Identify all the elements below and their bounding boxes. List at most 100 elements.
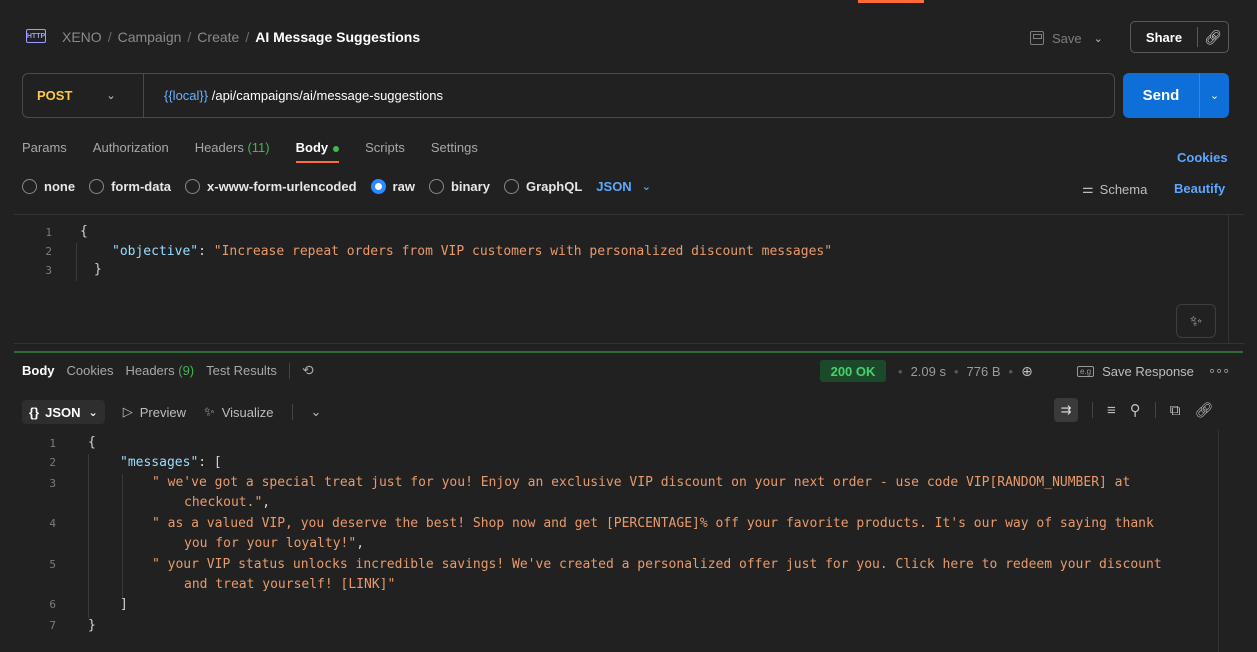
chevron-down-icon[interactable]: ⌄ — [1200, 89, 1229, 102]
divider — [1092, 402, 1093, 418]
save-button[interactable]: Save ⌄ — [1030, 26, 1103, 50]
pane-divider[interactable] — [14, 351, 1243, 353]
wrap-lines-icon[interactable]: ⇉ — [1054, 398, 1078, 422]
globe-icon[interactable]: ⊕ — [1021, 363, 1033, 380]
divider — [143, 73, 144, 118]
request-title[interactable]: AI Message Suggestions — [255, 29, 420, 45]
braces-icon: {} — [29, 404, 40, 420]
play-icon: ▷ — [122, 404, 133, 419]
line-number: 1 — [49, 437, 56, 450]
response-format-select[interactable]: {} JSON ⌄ — [22, 400, 105, 424]
status-badge[interactable]: 200 OK — [820, 360, 886, 382]
share-button[interactable]: Share 🔗︎ — [1130, 21, 1229, 53]
radio-label: binary — [450, 179, 490, 194]
link-icon[interactable]: 🔗︎ — [1198, 29, 1228, 46]
copy-icon[interactable]: ⧉ — [1170, 402, 1181, 419]
visualize-label: Visualize — [221, 404, 274, 420]
resp-tab-test-results[interactable]: Test Results — [206, 363, 277, 378]
radio-circle — [185, 179, 201, 194]
headers-count: (11) — [247, 140, 270, 155]
radio-form-data[interactable]: form-data — [89, 179, 171, 194]
visualize-button[interactable]: ✨︎ Visualize — [204, 404, 274, 420]
tab-params[interactable]: Params — [22, 140, 67, 155]
active-tab-accent — [858, 0, 924, 3]
send-label: Send — [1142, 87, 1180, 104]
http-request-icon: HTTP — [26, 29, 46, 43]
radio-x-www-form-urlencoded[interactable]: x-www-form-urlencoded — [185, 179, 357, 194]
resp-tab-headers-label: Headers — [125, 363, 175, 378]
line-number: 3 — [45, 264, 52, 277]
response-body-viewer[interactable]: 1 2 3 4 5 6 7 { "messages": [ " we've go… — [14, 430, 1244, 652]
format-select[interactable]: JSON ⌄ — [596, 179, 651, 194]
breadcrumb-item-create[interactable]: Create — [197, 29, 239, 45]
response-size[interactable]: 776 B — [967, 364, 1001, 379]
scrollbar[interactable] — [1218, 430, 1219, 652]
json-punct: : [ — [198, 455, 222, 470]
method-select[interactable]: POST ⌄ — [23, 88, 143, 103]
json-string: and treat yourself! [LINK]" — [184, 577, 396, 592]
send-button[interactable]: Send ⌄ — [1123, 73, 1229, 118]
json-punct: , — [356, 536, 365, 551]
breadcrumb-item-campaign[interactable]: Campaign — [118, 29, 182, 45]
response-format-label: JSON — [45, 404, 81, 420]
cookies-link[interactable]: Cookies — [1177, 150, 1228, 165]
radio-binary[interactable]: binary — [428, 179, 490, 194]
radio-label: x-www-form-urlencoded — [207, 179, 357, 194]
divider — [288, 362, 290, 379]
tab-body[interactable]: Body — [295, 140, 340, 163]
bullet: • — [898, 364, 903, 379]
radio-graphql[interactable]: GraphQL — [503, 179, 582, 194]
code-line: ] — [120, 597, 128, 612]
code-line: } — [88, 618, 96, 633]
url-input[interactable]: {{local}} /api/campaigns/ai/message-sugg… — [164, 88, 443, 103]
line-number: 2 — [49, 456, 56, 469]
link-icon[interactable]: 🔗︎ — [1194, 401, 1213, 419]
preview-button[interactable]: ▷ Preview — [123, 404, 186, 420]
modified-dot — [333, 145, 340, 152]
beautify-button[interactable]: Beautify — [1174, 181, 1225, 196]
chevron-down-icon[interactable]: ⌄ — [311, 404, 322, 420]
line-number: 7 — [49, 619, 56, 632]
filter-icon[interactable]: ≡ — [1107, 402, 1116, 419]
history-icon[interactable]: ⟲ — [302, 362, 314, 379]
method-label: POST — [37, 88, 73, 103]
resp-tab-headers[interactable]: Headers (9) — [125, 363, 194, 378]
request-tabs: Params Authorization Headers (11) Body S… — [22, 140, 478, 163]
indent-guide — [88, 454, 89, 618]
response-time[interactable]: 2.09 s — [911, 364, 946, 379]
resp-tab-cookies[interactable]: Cookies — [67, 363, 114, 378]
save-response-button[interactable]: e.g Save Response ∘∘∘ — [1077, 363, 1230, 379]
more-options-icon[interactable]: ∘∘∘ — [1208, 363, 1230, 379]
tab-headers[interactable]: Headers (11) — [195, 140, 270, 155]
tab-authorization[interactable]: Authorization — [93, 140, 169, 155]
radio-none[interactable]: none — [22, 179, 75, 194]
code-line: } — [94, 262, 102, 277]
code-line: "messages": [ — [120, 455, 222, 470]
preview-label: Preview — [139, 404, 186, 420]
tab-settings[interactable]: Settings — [431, 140, 478, 155]
visualize-icon: ✨︎ — [204, 404, 215, 419]
json-string: " we've got a special treat just for you… — [152, 475, 1131, 490]
radio-raw[interactable]: raw — [370, 179, 415, 194]
tab-scripts[interactable]: Scripts — [365, 140, 405, 155]
json-key: "objective" — [112, 244, 199, 259]
line-number: 1 — [45, 226, 52, 239]
scrollbar[interactable] — [1228, 215, 1243, 343]
json-key: "messages" — [120, 455, 199, 470]
magic-wand-icon[interactable]: ✨︎ — [1176, 304, 1216, 338]
save-icon — [1030, 31, 1044, 45]
indent-guide — [122, 474, 123, 598]
url-bar: POST ⌄ {{local}} /api/campaigns/ai/messa… — [22, 73, 1115, 118]
request-body-editor[interactable]: 1 2 3 { "objective": "Increase repeat or… — [14, 214, 1244, 344]
radio-circle — [503, 179, 519, 194]
resp-tab-body[interactable]: Body — [22, 363, 55, 378]
tab-headers-label: Headers — [194, 140, 244, 155]
breadcrumb-item-workspace[interactable]: XENO — [62, 29, 102, 45]
schema-button[interactable]: ⚌ Schema — [1082, 181, 1147, 197]
body-type-selector: none form-data x-www-form-urlencoded raw… — [22, 179, 651, 194]
chevron-down-icon[interactable]: ⌄ — [1094, 32, 1103, 45]
json-string: " your VIP status unlocks incredible sav… — [152, 557, 1162, 572]
breadcrumb-separator: / — [187, 29, 192, 45]
search-icon[interactable]: ⚲ — [1130, 401, 1141, 419]
top-header: HTTP XENO / Campaign / Create / AI Message Sug… — [0, 0, 1257, 66]
